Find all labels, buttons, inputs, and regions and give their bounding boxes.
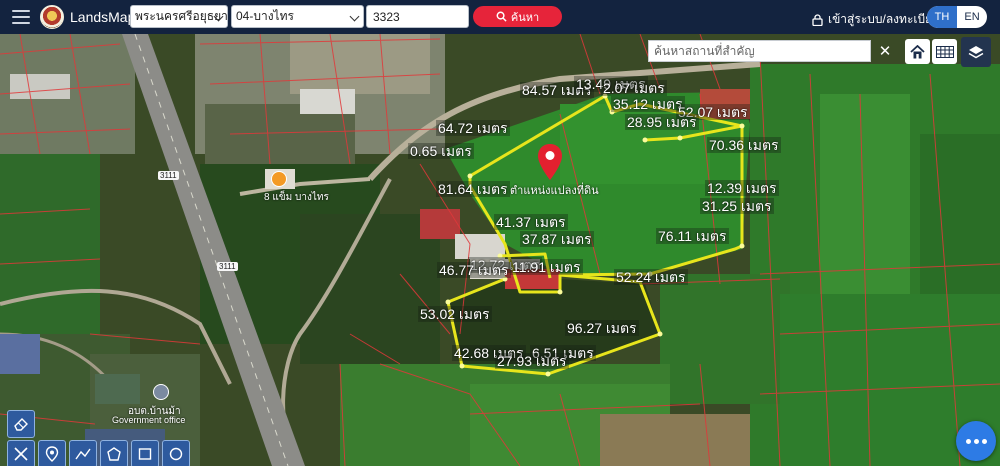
circle-tool-button[interactable] (162, 440, 190, 466)
menu-icon[interactable] (12, 10, 30, 24)
distance-label: 76.11 เมตร (656, 228, 729, 244)
polyline-tool-button[interactable] (69, 440, 97, 466)
place-search-input[interactable] (648, 40, 871, 62)
distance-label: 64.72 เมตร (436, 120, 510, 136)
district-select[interactable]: 04-บางไทร (231, 5, 364, 28)
distance-label: 2.07 เมตร (601, 80, 667, 96)
more-options-button[interactable] (956, 421, 996, 461)
eraser-tool-button[interactable] (7, 410, 35, 438)
close-icon: ✕ (878, 43, 892, 60)
top-navigation-bar: LandsMaps พระนครศรีอยุธยา 04-บางไทร ค้นห… (0, 0, 1000, 34)
home-button[interactable] (905, 39, 930, 64)
login-register-label: เข้าสู่ระบบ/ลงทะเบียน (828, 12, 941, 26)
shop-poi-icon[interactable] (271, 171, 287, 187)
dot-icon (965, 438, 971, 444)
clear-search-button[interactable]: ✕ (874, 40, 896, 62)
search-button-label: ค้นหา (510, 11, 540, 24)
distance-label: 11.91 เมตร (510, 259, 583, 275)
map-pin-icon (45, 446, 59, 462)
distance-label: 0.65 เมตร (408, 143, 474, 159)
distance-label: 27.93 เมตร (495, 353, 569, 369)
distance-label: 31.25 เมตร (700, 198, 774, 214)
lock-icon (812, 13, 823, 26)
distance-label: 35.12 เมตร (611, 96, 685, 112)
road-number-label: 3111 (217, 262, 238, 271)
parcel-number-input[interactable] (366, 5, 469, 28)
government-office-icon[interactable] (153, 384, 169, 400)
satellite-map[interactable]: ตำแหน่งแปลงที่ดิน 84.57 เมตร 13.49 เมตร … (0, 34, 1000, 466)
distance-label: 12.39 เมตร (705, 180, 779, 196)
distance-label: 41.37 เมตร (494, 214, 568, 230)
distance-label: 81.64 เมตร (436, 181, 510, 197)
home-icon (910, 44, 925, 58)
distance-label: 46.77 เมตร (437, 262, 511, 278)
marker-tool-button[interactable] (38, 440, 66, 466)
road-number-label: 3111 (158, 171, 179, 180)
search-icon (496, 11, 507, 22)
dot-icon (981, 438, 987, 444)
polyline-icon (75, 448, 91, 460)
parcel-pin-label: ตำแหน่งแปลงที่ดิน (510, 185, 599, 197)
language-toggle: TH EN (927, 6, 987, 28)
rectangle-icon (138, 448, 152, 460)
eraser-icon (14, 418, 28, 431)
layers-button[interactable] (961, 37, 991, 67)
distance-label: 28.95 เมตร (625, 114, 699, 130)
layers-icon (968, 45, 984, 58)
grid-map-button[interactable] (932, 39, 957, 64)
ruler-icon (14, 447, 28, 461)
parcel-location-pin-icon[interactable] (538, 144, 562, 180)
lang-en-button[interactable]: EN (957, 6, 987, 28)
distance-label: 37.87 เมตร (520, 231, 594, 247)
landsmaps-logo (40, 5, 64, 29)
distance-label: 52.24 เมตร (614, 269, 688, 285)
polygon-icon (107, 447, 121, 461)
distance-label: 70.36 เมตร (707, 137, 781, 153)
shop-poi-label: 8 แข็ม บางไทร (264, 192, 329, 203)
rectangle-tool-button[interactable] (131, 440, 159, 466)
dot-icon (973, 438, 979, 444)
distance-label: 96.27 เมตร (565, 320, 639, 336)
grid-icon (935, 45, 954, 58)
gov-office-type: Government office (112, 415, 186, 425)
distance-label: 53.02 เมตร (418, 306, 492, 322)
district-select-value: 04-บางไทร (236, 9, 294, 23)
lang-th-button[interactable]: TH (927, 6, 957, 28)
circle-icon (169, 447, 183, 461)
measure-tool-button[interactable] (7, 440, 35, 466)
search-button[interactable]: ค้นหา (473, 6, 562, 27)
polygon-tool-button[interactable] (100, 440, 128, 466)
chevron-down-icon (349, 11, 360, 22)
login-register-link[interactable]: เข้าสู่ระบบ/ลงทะเบียน (812, 10, 940, 29)
map-imagery (0, 34, 1000, 466)
province-select[interactable]: พระนครศรีอยุธยา (130, 5, 228, 28)
